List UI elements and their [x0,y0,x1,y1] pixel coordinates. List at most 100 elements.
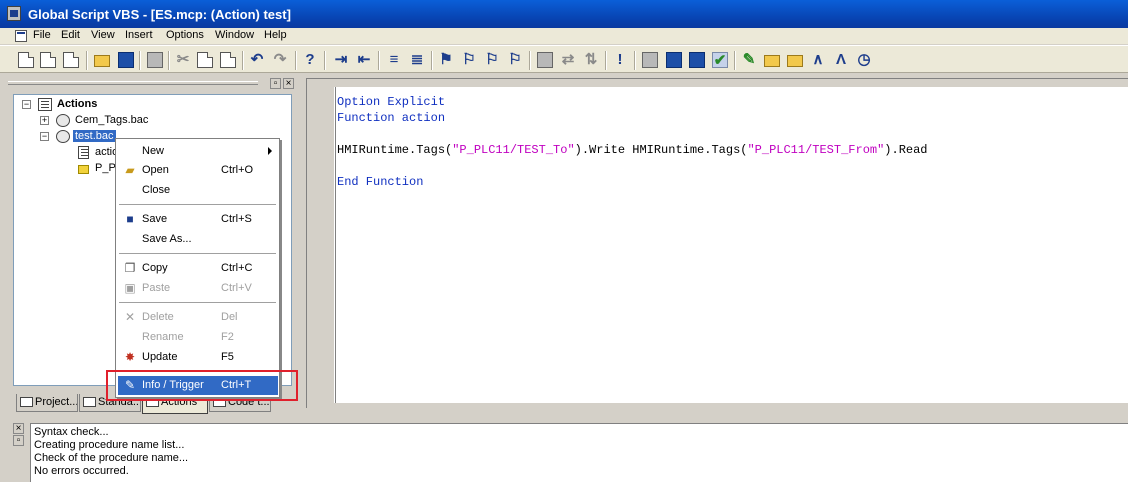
output-panel: × ▫ Syntax check... Creating procedure n… [0,420,1128,482]
cut-icon[interactable]: ✂ [175,52,191,68]
menu-item-save[interactable]: ■ Save Ctrl+S [118,210,278,229]
toolbar-separator [86,51,88,70]
folder-add-icon[interactable] [787,55,803,67]
uncomment-icon[interactable]: ≣ [409,52,425,68]
output-line: Creating procedure name list... [34,439,185,451]
syntax-check-icon[interactable] [537,52,553,68]
print-icon[interactable] [147,52,163,68]
toolbar-separator [734,51,736,70]
menu-file[interactable]: File [33,29,51,41]
folder-icon[interactable] [764,55,780,67]
clear-bookmarks-icon[interactable]: ⚐ [507,52,523,68]
menu-edit[interactable]: Edit [61,29,80,41]
menu-item-label: Update [142,351,178,363]
copy-icon[interactable] [197,52,213,68]
goto-icon[interactable]: ⇅ [583,52,599,68]
prev-bookmark-icon[interactable]: ⚐ [484,52,500,68]
menu-item-rename[interactable]: Rename F2 [118,328,278,347]
menu-separator [119,302,276,303]
menu-item-copy[interactable]: ❐ Copy Ctrl+C [118,259,278,278]
undo-icon[interactable]: ↶ [249,52,265,68]
menu-insert[interactable]: Insert [125,29,153,41]
edit-icon[interactable]: ✎ [741,52,757,68]
context-menu: New ▰ Open Ctrl+O Close ■ Save Ctrl+S Sa… [115,138,280,398]
menu-item-label: Delete [142,311,174,323]
replace-icon[interactable]: ⇄ [560,52,576,68]
document-window-icon[interactable] [15,30,27,42]
menu-item-update[interactable]: ✸ Update F5 [118,348,278,367]
panel-grip[interactable] [8,81,258,85]
output-line: Syntax check... [34,426,109,438]
tab-project[interactable]: Project... [16,394,78,412]
trigger-icon[interactable]: Λ [833,52,849,68]
indent-icon[interactable]: ⇥ [333,52,349,68]
delete-icon: ✕ [124,310,136,324]
code-line: HMIRuntime.Tags("P_PLC11/TEST_To").Write… [337,143,928,157]
redo-icon[interactable]: ↷ [272,52,288,68]
tag-icon[interactable] [642,52,658,68]
menu-item-shortcut: F2 [221,331,234,343]
info-icon[interactable]: ! [612,52,628,68]
output-restore-button[interactable]: ▫ [13,435,24,446]
new-action-icon[interactable] [63,52,79,68]
help-icon[interactable]: ? [302,52,318,68]
next-bookmark-icon[interactable]: ⚐ [461,52,477,68]
update-icon: ✸ [124,350,136,364]
panel-caption: ▫ × [8,78,295,90]
code-token: HMIRuntime.Tags( [337,143,453,157]
standard-tab-icon [83,397,96,407]
menu-window[interactable]: Window [215,29,254,41]
code-line: Function action [337,111,446,125]
code-string: "P_PLC11/TEST_To" [452,143,575,157]
tree-label: test.bac [73,130,116,142]
collapse-icon[interactable]: − [40,132,49,141]
copy-icon: ❐ [124,261,136,275]
output-panel-buttons: × ▫ [13,423,24,447]
menu-item-shortcut: Ctrl+V [221,282,252,294]
menu-item-save-as[interactable]: Save As... [118,230,278,249]
panel-restore-button[interactable]: ▫ [270,78,281,89]
code-token: ).Write HMIRuntime.Tags( [574,143,748,157]
window-title: Global Script VBS - [ES.mcp: (Action) te… [28,7,291,22]
menu-item-paste[interactable]: ▣ Paste Ctrl+V [118,279,278,298]
dynamic-icon[interactable]: ∧ [810,52,826,68]
new-icon[interactable] [18,52,34,68]
menu-item-label: Close [142,184,171,196]
menu-item-new[interactable]: New [118,142,278,161]
paste-icon[interactable] [220,52,236,68]
save-all-icon[interactable] [689,52,705,68]
bookmark-icon[interactable]: ⚑ [438,52,454,68]
code-line: Option Explicit [337,95,446,109]
open-folder-icon: ▰ [125,163,135,177]
save-icon[interactable] [118,52,134,68]
comment-icon[interactable]: ≡ [386,52,402,68]
tree-item-cem-tags[interactable]: + Cem_Tags.bac [14,113,284,129]
compile-icon[interactable]: ✔ [712,52,728,69]
toolbar-separator [605,51,607,70]
panel-close-button[interactable]: × [283,78,294,89]
new-project-icon[interactable] [40,52,56,68]
output-log: Syntax check... Creating procedure name … [30,423,1128,482]
menu-item-delete[interactable]: ✕ Delete Del [118,308,278,327]
open-icon[interactable] [94,55,110,67]
outdent-icon[interactable]: ⇤ [356,52,372,68]
toolbar-separator [139,51,141,70]
database-icon[interactable] [666,52,682,68]
timer-icon[interactable]: ◷ [856,52,872,68]
editor-gutter [315,87,335,403]
menu-separator [119,204,276,205]
output-close-button[interactable]: × [13,423,24,434]
tree-item-actions[interactable]: − Actions [14,97,284,113]
menu-item-open[interactable]: ▰ Open Ctrl+O [118,161,278,180]
menu-item-label: Save [142,213,168,225]
collapse-icon[interactable]: − [22,100,31,109]
menu-item-close[interactable]: Close [118,181,278,200]
menu-options[interactable]: Options [166,29,204,41]
code-editor[interactable]: Option Explicit Function action HMIRunti… [335,87,1128,403]
expand-icon[interactable]: + [40,116,49,125]
paste-icon: ▣ [124,281,136,295]
menu-help[interactable]: Help [264,29,287,41]
toolbar-separator [634,51,636,70]
menu-view[interactable]: View [91,29,115,41]
toolbar-separator [378,51,380,70]
